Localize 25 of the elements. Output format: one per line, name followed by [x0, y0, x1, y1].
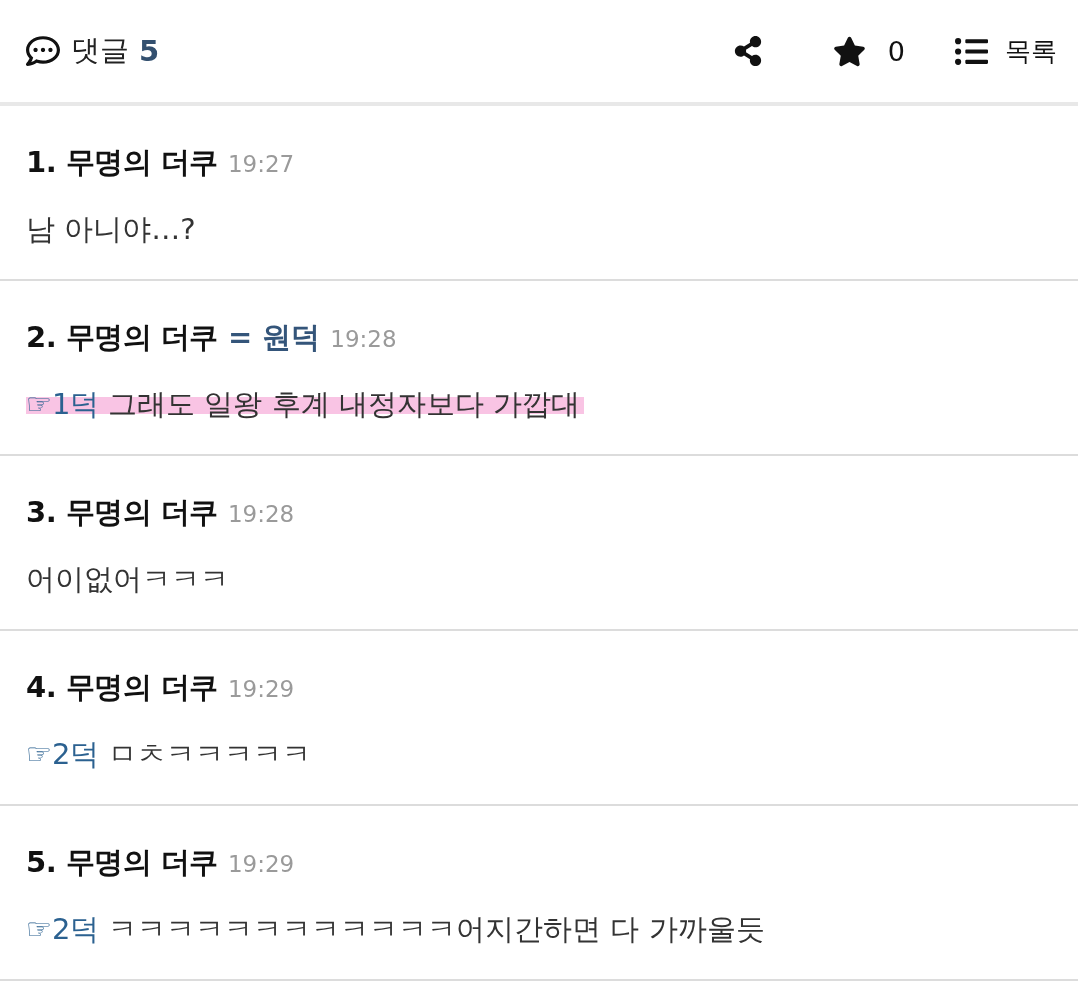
comment-icon — [26, 34, 60, 68]
comment-text: 남 아니야…? — [26, 212, 196, 246]
comment-count: 5 — [139, 34, 160, 68]
comment-text: 어이없어ㅋㅋㅋ — [26, 562, 229, 596]
comment-author: 1. 무명의 더쿠 — [26, 144, 218, 180]
comment-text: ㅋㅋㅋㅋㅋㅋㅋㅋㅋㅋㅋㅋ어지간하면 다 가까울듯 — [107, 912, 765, 946]
comment-time: 19:28 — [330, 325, 397, 354]
reply-link[interactable]: ☞2덕 — [26, 912, 100, 946]
comments-title: 댓글 — [71, 32, 129, 69]
comment-text: ㅁㅊㅋㅋㅋㅋㅋ — [107, 737, 312, 771]
share-icon — [732, 36, 763, 66]
comment-author: 4. 무명의 더쿠 — [26, 669, 218, 705]
list-button[interactable]: 목록 — [955, 33, 1057, 69]
comment-author: 2. 무명의 더쿠 — [26, 319, 218, 355]
star-button[interactable]: 0 — [832, 34, 905, 68]
comment-time: 19:29 — [227, 850, 295, 879]
comment-time: 19:28 — [227, 500, 295, 529]
nickname-tag: = 원덕 — [227, 319, 321, 355]
reply-link[interactable]: ☞2덕 — [26, 737, 100, 771]
comment-time: 19:29 — [227, 675, 295, 704]
share-button[interactable] — [732, 36, 763, 66]
star-icon — [832, 34, 866, 68]
comment-time: 19:27 — [227, 150, 295, 179]
comment-author: 5. 무명의 더쿠 — [26, 844, 218, 880]
comment-author: 3. 무명의 더쿠 — [26, 494, 218, 530]
